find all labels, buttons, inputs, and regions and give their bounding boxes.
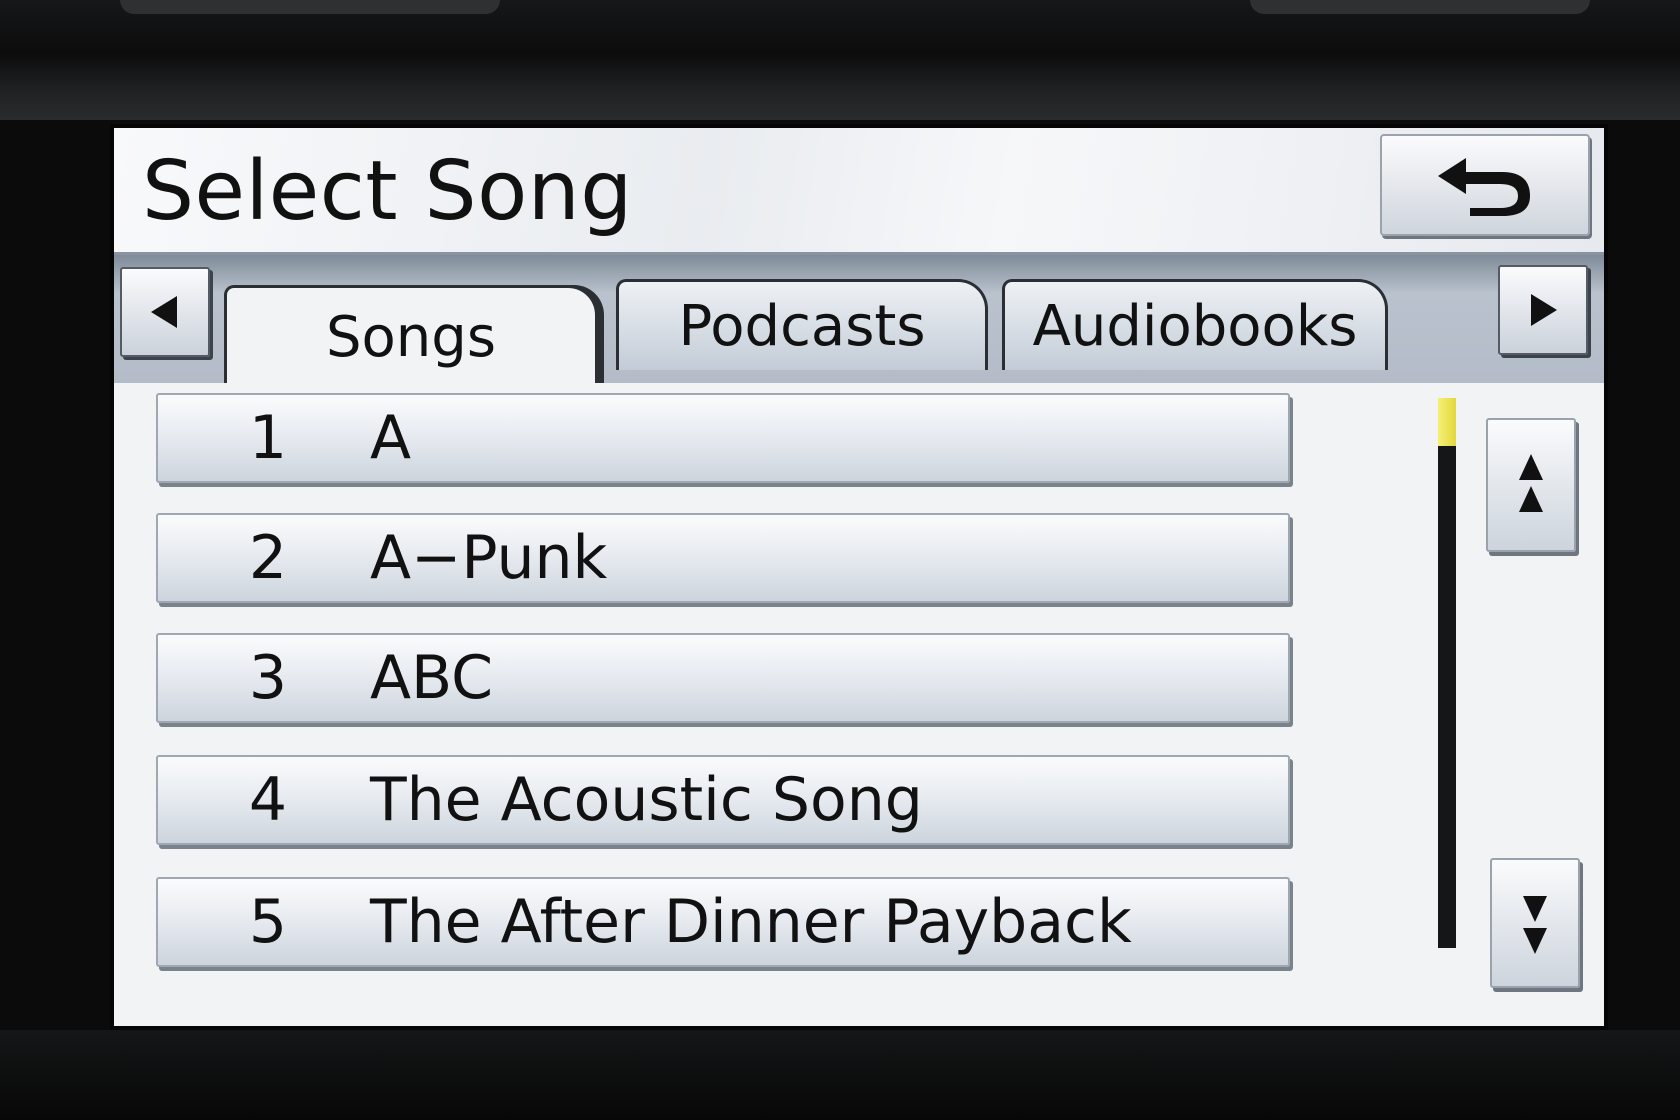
song-number: 4 [248, 765, 288, 835]
double-chevron-down-icon [1523, 896, 1547, 954]
song-row[interactable]: 1 A [156, 393, 1290, 483]
triangle-left-icon [151, 296, 177, 328]
song-title: The After Dinner Payback [370, 887, 1132, 957]
song-row[interactable]: 2 A−Punk [156, 513, 1290, 603]
back-arrow-icon [1438, 158, 1530, 216]
double-chevron-up-icon [1519, 454, 1543, 512]
tab-audiobooks[interactable]: Audiobooks [1002, 279, 1388, 370]
song-number: 2 [248, 523, 288, 593]
song-number: 3 [248, 643, 288, 713]
device-bezel-top [0, 0, 1680, 120]
scrollbar-thumb[interactable] [1438, 398, 1456, 446]
header-bar: Select Song [114, 128, 1604, 255]
tab-songs[interactable]: Songs [224, 285, 598, 386]
song-title: A−Punk [370, 523, 608, 593]
song-list: 1 A 2 A−Punk 3 ABC 4 The Acoustic Song 5… [114, 383, 1604, 1026]
page-title: Select Song [142, 144, 633, 239]
song-number: 1 [248, 403, 288, 473]
page-down-button[interactable] [1490, 858, 1580, 988]
scrollbar-track[interactable] [1438, 398, 1456, 948]
song-title: The Acoustic Song [370, 765, 923, 835]
song-title: A [370, 403, 412, 473]
tab-label: Podcasts [678, 293, 926, 359]
display-screen: Select Song Songs Podcasts Audiobooks 1 … [114, 128, 1604, 1026]
tab-podcasts[interactable]: Podcasts [616, 279, 988, 370]
tab-next-button[interactable] [1498, 265, 1588, 355]
song-row[interactable]: 5 The After Dinner Payback [156, 877, 1290, 967]
song-row[interactable]: 4 The Acoustic Song [156, 755, 1290, 845]
song-row[interactable]: 3 ABC [156, 633, 1290, 723]
tab-prev-button[interactable] [120, 267, 210, 357]
tab-bar: Songs Podcasts Audiobooks [114, 255, 1604, 386]
song-number: 5 [248, 887, 288, 957]
song-title: ABC [370, 643, 494, 713]
triangle-right-icon [1531, 294, 1557, 326]
bezel-notch [120, 0, 500, 14]
tab-label: Songs [325, 304, 497, 370]
bezel-notch [1250, 0, 1590, 14]
tab-label: Audiobooks [1032, 293, 1358, 359]
device-bezel-bottom [0, 1030, 1680, 1120]
back-button[interactable] [1380, 134, 1590, 236]
page-up-button[interactable] [1486, 418, 1576, 552]
